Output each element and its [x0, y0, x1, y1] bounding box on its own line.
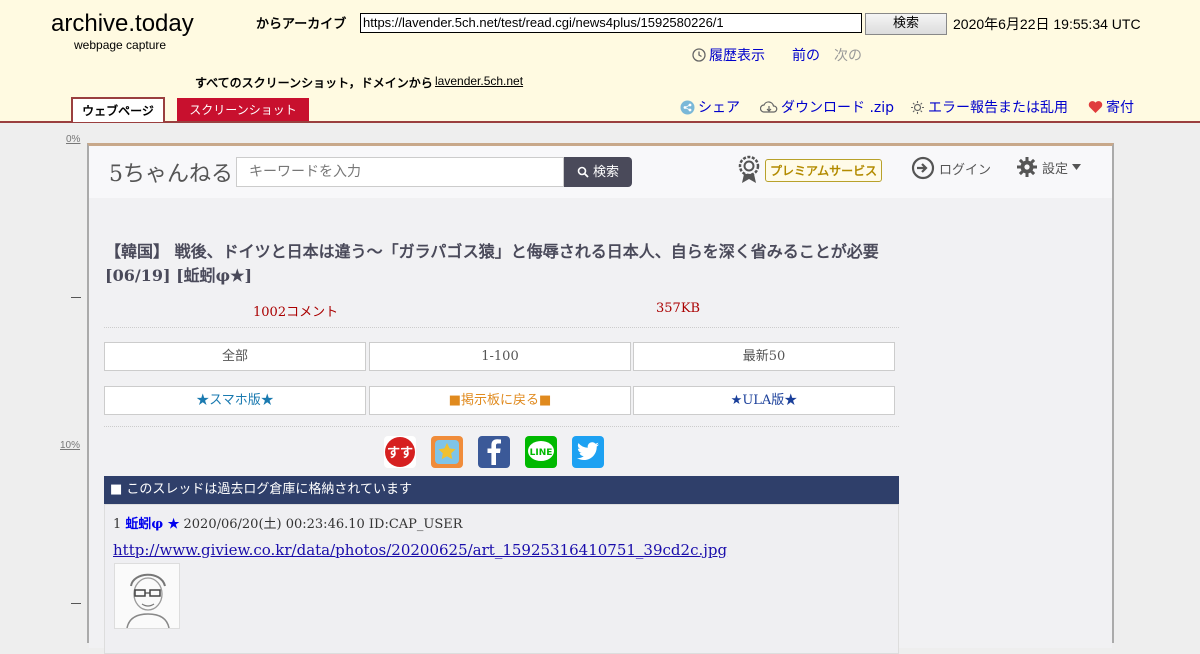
archive-toolbar: archive.today webpage capture からアーカイブ ht… [0, 0, 1200, 123]
line-share-button[interactable]: LINE [525, 436, 557, 468]
thread-size: 357KB [656, 301, 701, 316]
download-link[interactable]: ダウンロード .zip [760, 97, 894, 117]
share-link[interactable]: シェア [680, 97, 740, 117]
search-button[interactable]: 検索 [865, 13, 947, 35]
divider [104, 327, 899, 328]
caret-down-icon [1072, 164, 1082, 170]
portrait-sketch-image [115, 564, 179, 629]
url-input[interactable]: https://lavender.5ch.net/test/read.cgi/n… [360, 13, 862, 33]
star-app-icon [435, 440, 459, 464]
domain-link[interactable]: lavender.5ch.net [435, 74, 523, 88]
donate-label: 寄付 [1106, 100, 1134, 116]
back-to-board-link[interactable]: ■掲示板に戻る■ [369, 386, 631, 415]
thread-title: 【韓国】 戦後、ドイツと日本は違う～「ガラパゴス猿」と侮辱される日本人、自らを深… [105, 242, 879, 285]
line-icon: LINE [528, 441, 554, 461]
login-label: ログイン [939, 162, 992, 178]
site-logo[interactable]: 5ちゃんねる [109, 156, 233, 188]
premium-label: プレミアムサービス [765, 158, 883, 182]
nav-1-100[interactable]: 1-100 [369, 342, 631, 371]
cloud-download-icon [760, 101, 778, 113]
post-number: 1 [113, 517, 122, 532]
facebook-icon [487, 439, 501, 465]
history-link[interactable]: 履歴表示 [692, 45, 765, 65]
share-icon [680, 100, 695, 114]
prev-link[interactable]: 前の [792, 45, 820, 65]
clock-icon [692, 48, 706, 62]
archive-logo[interactable]: archive.today [51, 10, 194, 38]
login-link[interactable]: ログイン [911, 156, 991, 180]
bulb-icon [911, 100, 924, 114]
report-link[interactable]: エラー報告または乱用 [910, 97, 1068, 117]
post-author[interactable]: 蚯蚓φ ★ [125, 517, 179, 532]
all-screenshots-label: すべてのスクリーンショット，ドメインから [195, 76, 433, 90]
heart-icon [1088, 101, 1103, 113]
divider [104, 426, 899, 427]
tab-webpage[interactable]: ウェブページ [71, 97, 165, 122]
history-label: 履歴表示 [709, 48, 765, 64]
capture-date: 2020年6月22日 19:55:34 UTC [953, 16, 1141, 32]
badge-icon [738, 155, 760, 183]
ruler-tick [71, 603, 81, 604]
donate-link[interactable]: 寄付 [1088, 97, 1134, 117]
twitter-icon [577, 442, 599, 461]
archive-subtitle: webpage capture [74, 38, 167, 52]
facebook-share-button[interactable] [478, 436, 510, 468]
sumatome-icon: すす [385, 437, 415, 467]
archived-notice: ■ このスレッドは過去ログ倉庫に格納されています [104, 476, 899, 504]
archived-from-label: からアーカイブ [256, 17, 347, 32]
post-thumbnail[interactable] [114, 563, 180, 629]
comment-count: 1002コメント [253, 305, 339, 320]
app-share-button[interactable] [431, 436, 463, 468]
site-search-label: 検索 [592, 164, 619, 180]
tab-screenshot[interactable]: スクリーンショット [177, 98, 309, 121]
report-label: エラー報告または乱用 [928, 100, 1068, 116]
nav-latest-50[interactable]: 最新50 [633, 342, 895, 371]
share-label: シェア [698, 100, 740, 116]
twitter-share-button[interactable] [572, 436, 604, 468]
sumatome-share-button[interactable]: すす [384, 436, 416, 468]
post: 1 蚯蚓φ ★ 2020/06/20(土) 00:23:46.10 ID:CAP… [104, 504, 899, 654]
next-link: 次の [834, 48, 862, 64]
captured-page: 5ちゃんねる キーワードを入力 検索 プレミアムサービス ログイン 設定 【韓国… [87, 143, 1114, 654]
search-icon [577, 166, 589, 178]
ruler-10-label[interactable]: 10% [60, 440, 80, 451]
svg-text:すす: すす [387, 446, 413, 461]
settings-label: 設定 [1042, 161, 1069, 177]
post-image-link[interactable]: http://www.giview.co.kr/data/photos/2020… [113, 541, 727, 559]
site-search-input[interactable]: キーワードを入力 [236, 157, 564, 187]
smartphone-version-link[interactable]: ★スマホ版★ [104, 386, 366, 415]
svg-text:LINE: LINE [530, 448, 553, 458]
site-header: 5ちゃんねる キーワードを入力 検索 プレミアムサービス ログイン 設定 [89, 146, 1112, 198]
site-search-button[interactable]: 検索 [564, 157, 632, 187]
nav-all[interactable]: 全部 [104, 342, 366, 371]
post-header: 1 蚯蚓φ ★ 2020/06/20(土) 00:23:46.10 ID:CAP… [113, 513, 463, 532]
ula-version-link[interactable]: ★ULA版★ [633, 386, 895, 415]
login-icon [911, 156, 935, 180]
download-label: ダウンロード .zip [781, 100, 895, 116]
ruler-0-label[interactable]: 0% [66, 134, 80, 145]
premium-service[interactable]: プレミアムサービス [737, 155, 883, 185]
gear-icon [1017, 157, 1037, 177]
settings-menu[interactable]: 設定 [1016, 156, 1082, 178]
post-date: 2020/06/20(土) 00:23:46.10 ID:CAP_USER [183, 517, 463, 532]
ruler-tick [71, 297, 81, 298]
